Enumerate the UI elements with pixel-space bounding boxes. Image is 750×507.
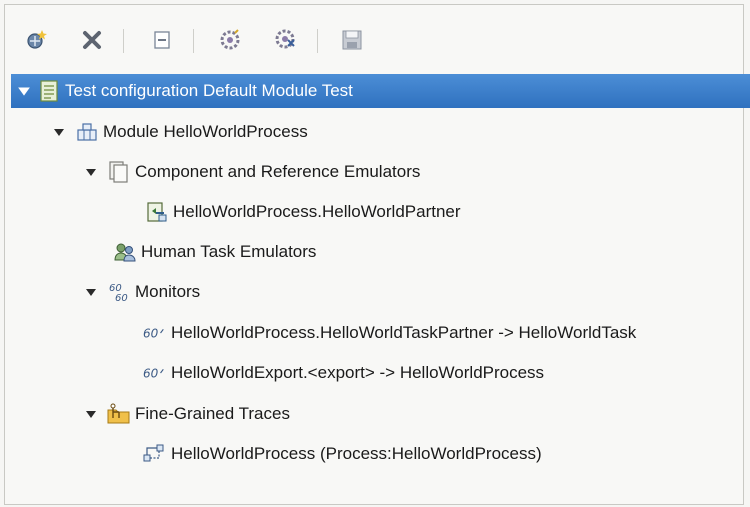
tree-item-trace[interactable]: HelloWorldProcess (Process:HelloWorldPro…: [143, 438, 542, 470]
add-icon[interactable]: [19, 23, 53, 57]
emulators-folder-icon: [107, 160, 131, 184]
tree-item-test-configuration[interactable]: Test configuration Default Module Test: [17, 75, 353, 107]
tree-item-label: HelloWorldExport.<export> -> HelloWorldP…: [171, 363, 545, 382]
traces-folder-icon: [107, 402, 131, 426]
tree-item-component-reference-emulators[interactable]: Component and Reference Emulators: [85, 156, 420, 188]
remove-icon[interactable]: [75, 23, 109, 57]
tree-item-label: Monitors: [135, 282, 201, 301]
test-configuration-panel: Test configuration Default Module Test M…: [4, 4, 750, 505]
expand-arrow-icon[interactable]: [85, 286, 97, 298]
tree-item-monitors[interactable]: 60 60 Monitors: [85, 276, 200, 308]
tree-item-module[interactable]: Module HelloWorldProcess: [53, 116, 308, 148]
tree-item-label: HelloWorldProcess (Process:HelloWorldPro…: [171, 444, 542, 463]
expand-arrow-icon[interactable]: [53, 126, 65, 138]
tree-item-label: Human Task Emulators: [141, 242, 317, 261]
svg-text:60: 60: [143, 367, 159, 381]
tree-item-fine-grained-traces[interactable]: Fine-Grained Traces: [85, 398, 290, 430]
enable-icon[interactable]: [213, 23, 247, 57]
expand-arrow-icon[interactable]: [85, 408, 97, 420]
tree-item-label: HelloWorldProcess.HelloWorldTaskPartner …: [171, 323, 637, 342]
toolbar-separator: [123, 29, 124, 53]
tree-item-label: Test configuration Default Module Test: [65, 81, 353, 100]
tree-item-monitor[interactable]: 60 HelloWorldExport.<export> -> HelloWor…: [143, 357, 544, 389]
tree-item-label: Fine-Grained Traces: [135, 404, 290, 423]
tree-item-partner-emulator[interactable]: HelloWorldProcess.HelloWorldPartner: [145, 196, 461, 228]
test-configuration-icon: [37, 79, 61, 103]
partner-emulator-icon: [145, 200, 169, 224]
monitor-glasses-icon: 60: [143, 321, 167, 345]
module-icon: [75, 120, 99, 144]
expand-arrow-icon[interactable]: [85, 166, 97, 178]
expand-arrow-icon[interactable]: [17, 84, 31, 98]
toolbar-separator: [193, 29, 194, 53]
tree-item-label: Module HelloWorldProcess: [103, 122, 308, 141]
tree-item-label: HelloWorldProcess.HelloWorldPartner: [173, 202, 461, 221]
save-icon[interactable]: [335, 23, 369, 57]
tree-item-label: Component and Reference Emulators: [135, 162, 421, 181]
toolbar: [15, 23, 735, 67]
disable-icon[interactable]: [269, 23, 303, 57]
human-task-icon: [113, 240, 137, 264]
process-trace-icon: [143, 442, 167, 466]
collapse-all-icon[interactable]: [145, 23, 179, 57]
toolbar-separator: [317, 29, 318, 53]
svg-text:60: 60: [115, 293, 128, 303]
tree-item-monitor[interactable]: 60 HelloWorldProcess.HelloWorldTaskPartn…: [143, 317, 636, 349]
svg-text:60: 60: [143, 327, 159, 341]
tree-item-human-task-emulators[interactable]: Human Task Emulators: [113, 236, 316, 268]
monitors-icon: 60 60: [107, 280, 131, 304]
monitor-glasses-icon: 60: [143, 361, 167, 385]
